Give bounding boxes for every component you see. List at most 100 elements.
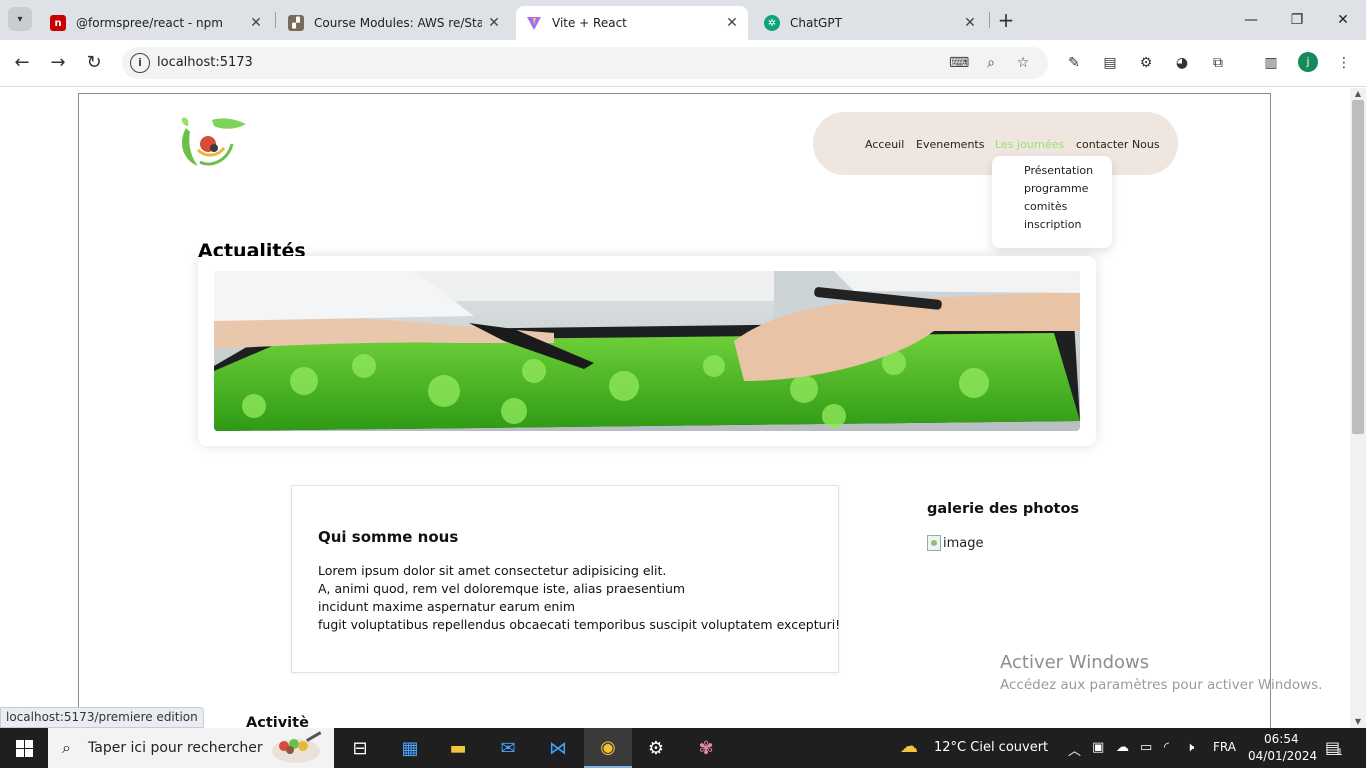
gallery-image[interactable]: image (927, 535, 984, 551)
tab-search-chevron-icon[interactable]: ▾ (8, 7, 32, 31)
tab-divider (275, 12, 276, 28)
close-tab-icon[interactable]: ✕ (724, 15, 740, 31)
tab-formspree[interactable]: n @formspree/react - npm ✕ (40, 6, 272, 40)
zoom-icon[interactable]: ⌕ (981, 53, 1001, 73)
food-bowl-icon (272, 731, 322, 763)
language-indicator[interactable]: FRA (1213, 740, 1236, 754)
broken-image-icon (927, 535, 941, 551)
page-scrollbar[interactable]: ▲ ▼ (1350, 88, 1366, 728)
eyedropper-extension-icon[interactable]: ✎ (1063, 52, 1085, 74)
nav-evenements[interactable]: Evenements (916, 138, 984, 151)
onedrive-icon[interactable]: ☁ (1116, 740, 1129, 755)
tray-chevron-icon[interactable]: ︿ (1068, 740, 1081, 759)
tab-chatgpt[interactable]: ✲ ChatGPT ✕ (754, 6, 986, 40)
tab-title: ChatGPT (790, 16, 842, 30)
notification-count: 1 (1337, 748, 1343, 758)
tab-title: Vite + React (552, 16, 627, 30)
restore-icon[interactable]: ❐ (1285, 8, 1309, 32)
search-icon: ⌕ (62, 738, 71, 757)
new-tab-button[interactable]: + (996, 10, 1016, 30)
about-text-line: Lorem ipsum dolor sit amet consectetur a… (318, 563, 667, 578)
microgreens-photo (214, 271, 1080, 431)
nav-les-journees[interactable]: Les journées (995, 138, 1064, 151)
tab-vite-react[interactable]: Vite + React ✕ (516, 6, 748, 40)
about-card: Qui somme nous Lorem ipsum dolor sit ame… (291, 485, 841, 673)
gallery-heading: galerie des photos (927, 501, 1080, 517)
translate-icon[interactable]: ⌨ (949, 53, 969, 73)
paint-icon[interactable]: ✾ (682, 728, 730, 768)
nav-acceuil[interactable]: Acceuil (865, 138, 904, 151)
scroll-down-icon[interactable]: ▼ (1350, 716, 1366, 728)
weather-cloud-icon[interactable]: ☁ (900, 736, 918, 757)
dropdown-item-inscription[interactable]: inscription (1024, 218, 1081, 231)
journees-dropdown: Présentation programme comitès inscripti… (992, 156, 1112, 248)
forward-arrow-icon[interactable]: → (47, 52, 69, 74)
windows-logo-icon (15, 739, 33, 757)
gallery-image-alt: image (943, 535, 984, 551)
windows-taskbar: ⌕ Taper ici pour rechercher ⊟ ▦ ▬ ✉ ⋈ ◉ … (0, 728, 1366, 768)
browser-toolbar: ← → ↻ i localhost:5173 ⌨ ⌕ ☆ ✎ ▤ ⚙ ◕ ⧉ ▥… (0, 40, 1366, 87)
tab-aws-course[interactable]: ▞ Course Modules: AWS re/Start F ✕ (278, 6, 510, 40)
back-arrow-icon[interactable]: ← (11, 52, 33, 74)
dropdown-item-presentation[interactable]: Présentation (1024, 164, 1093, 177)
close-tab-icon[interactable]: ✕ (962, 15, 978, 31)
settings-extension-icon[interactable]: ⚙ (1135, 52, 1157, 74)
about-text-line: A, animi quod, rem vel doloremque iste, … (318, 581, 686, 596)
clock-date[interactable]: 04/01/2024 (1248, 749, 1317, 763)
dropdown-item-comites[interactable]: comitès (1024, 200, 1067, 213)
mail-icon[interactable]: ✉ (484, 728, 532, 768)
profile-avatar[interactable]: j (1298, 52, 1318, 72)
menu-dots-icon[interactable]: ⋮ (1333, 52, 1355, 74)
page-viewport: Acceuil Evenements Les journées contacte… (0, 88, 1350, 728)
minimize-icon[interactable]: — (1239, 8, 1263, 32)
vite-icon (526, 15, 542, 31)
settings-gear-icon[interactable]: ⚙ (632, 728, 680, 768)
aws-course-icon: ▞ (288, 15, 304, 31)
link-status-bar: localhost:5173/premiere edition (0, 707, 204, 728)
store-icon[interactable]: ▦ (386, 728, 434, 768)
close-tab-icon[interactable]: ✕ (248, 15, 264, 31)
url-text[interactable]: localhost:5173 (157, 55, 253, 70)
site-logo[interactable] (176, 114, 248, 170)
dropdown-item-programme[interactable]: programme (1024, 182, 1088, 195)
site-info-icon[interactable]: i (130, 53, 150, 73)
color-extension-icon[interactable]: ◕ (1171, 52, 1193, 74)
task-view-icon[interactable]: ⊟ (336, 728, 384, 768)
scroll-thumb[interactable] (1352, 100, 1364, 434)
windows-activation-subtitle: Accédez aux paramètres pour activer Wind… (1000, 677, 1323, 693)
tab-title: Course Modules: AWS re/Start F (314, 16, 482, 30)
news-card (198, 256, 1096, 446)
sidebar-panel-icon[interactable]: ▥ (1260, 52, 1282, 74)
vscode-icon[interactable]: ⋈ (534, 728, 582, 768)
chatgpt-icon: ✲ (764, 15, 780, 31)
address-bar[interactable]: i localhost:5173 ⌨ ⌕ ☆ (122, 47, 1048, 79)
tab-title: @formspree/react - npm (76, 16, 223, 30)
chrome-icon[interactable]: ◉ (584, 728, 632, 768)
weather-text[interactable]: 12°C Ciel couvert (934, 740, 1048, 755)
tab-divider (989, 12, 990, 28)
close-tab-icon[interactable]: ✕ (486, 15, 502, 31)
volume-muted-icon[interactable]: 🕨 (1186, 740, 1194, 755)
calendar-extension-icon[interactable]: ▤ (1099, 52, 1121, 74)
scroll-up-icon[interactable]: ▲ (1350, 88, 1366, 100)
windows-activation-title: Activer Windows (1000, 652, 1150, 673)
meet-now-icon[interactable]: ▣ (1092, 740, 1104, 755)
file-explorer-icon[interactable]: ▬ (434, 728, 482, 768)
start-button[interactable] (0, 728, 48, 768)
about-text-line: fugit voluptatibus repellendus obcaecati… (318, 617, 841, 632)
about-heading: Qui somme nous (318, 528, 459, 546)
taskbar-search-placeholder: Taper ici pour rechercher (88, 740, 263, 756)
clock-time[interactable]: 06:54 (1264, 732, 1299, 746)
close-window-icon[interactable]: ✕ (1331, 8, 1355, 32)
wifi-icon[interactable]: ◜ (1164, 740, 1169, 755)
bookmark-star-icon[interactable]: ☆ (1013, 53, 1033, 73)
nav-contacter-nous[interactable]: contacter Nous (1076, 138, 1160, 151)
npm-icon: n (50, 15, 66, 31)
about-text-line: incidunt maxime aspernatur earum enim (318, 599, 576, 614)
activity-heading: Activitè (246, 715, 309, 728)
battery-icon[interactable]: ▭ (1140, 740, 1152, 755)
reload-icon[interactable]: ↻ (83, 52, 105, 74)
extensions-puzzle-icon[interactable]: ⧉ (1207, 52, 1229, 74)
browser-tab-strip: ▾ n @formspree/react - npm ✕ ▞ Course Mo… (0, 0, 1366, 40)
taskbar-search[interactable]: ⌕ Taper ici pour rechercher (48, 728, 334, 768)
